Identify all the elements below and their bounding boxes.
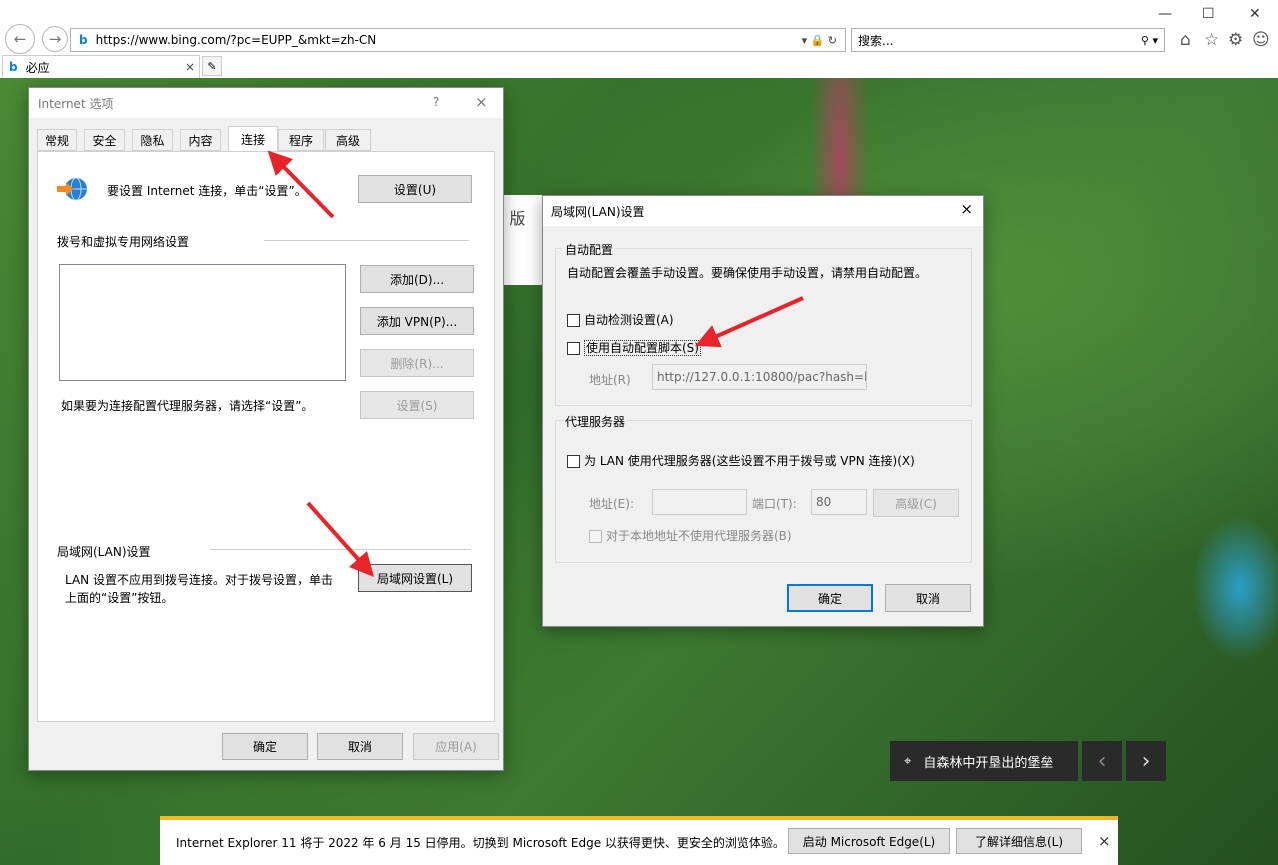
favorites-star-icon[interactable]: ☆ — [1204, 30, 1219, 50]
partial-text: 版 — [509, 209, 526, 228]
network-globe-icon — [56, 176, 88, 202]
home-icon[interactable]: ⌂ — [1180, 30, 1191, 50]
banner-close-icon[interactable]: × — [1098, 832, 1111, 850]
maximize-icon[interactable]: ☐ — [1202, 6, 1215, 22]
proxy-address-label: 地址(E): — [589, 497, 634, 511]
lan-header: 局域网(LAN)设置 — [57, 545, 151, 559]
auto-detect-label: 自动检测设置(A) — [584, 313, 674, 327]
new-tab-button[interactable]: ✎ — [202, 56, 222, 76]
window-close-icon[interactable]: ✕ — [1249, 6, 1261, 22]
help-icon[interactable]: ? — [433, 95, 439, 109]
tab-title: 必应 — [25, 60, 50, 75]
apply-button[interactable]: 应用(A) — [413, 733, 499, 760]
setup-button[interactable]: 设置(U) — [358, 175, 472, 203]
proxy-group-title: 代理服务器 — [563, 413, 628, 430]
learn-more-button[interactable]: 了解详细信息(L) — [956, 828, 1082, 854]
cancel-button[interactable]: 取消 — [317, 733, 403, 760]
lan-dialog-close-icon[interactable]: × — [960, 200, 973, 218]
auto-detect-checkbox[interactable]: 自动检测设置(A) — [567, 311, 674, 328]
lan-dialog-titlebar: 局域网(LAN)设置 × — [543, 196, 983, 226]
chevron-right-icon: › — [1141, 748, 1151, 774]
tab-general[interactable]: 常规 — [37, 129, 77, 151]
tab-content[interactable]: 内容 — [180, 129, 221, 151]
dialog-close-icon[interactable]: × — [475, 93, 488, 111]
script-address-label: 地址(R) — [589, 373, 631, 387]
add-vpn-button[interactable]: 添加 VPN(P)... — [360, 307, 474, 335]
port-label: 端口(T): — [752, 497, 797, 511]
lan-settings-button[interactable]: 局域网设置(L) — [358, 564, 472, 592]
lan-dialog-title: 局域网(LAN)设置 — [551, 204, 645, 219]
location-pin-icon: ⌖ — [904, 753, 912, 769]
tab-security[interactable]: 安全 — [84, 129, 125, 151]
chevron-left-icon: ‹ — [1097, 748, 1107, 774]
address-tools-icon[interactable]: ▾ 🔒 ↻ — [802, 34, 837, 47]
forward-button[interactable]: → — [42, 26, 68, 52]
dialog-title: Internet 选项 — [38, 96, 114, 111]
use-proxy-label: 为 LAN 使用代理服务器(这些设置不用于拨号或 VPN 连接)(X) — [584, 454, 915, 468]
divider — [264, 240, 469, 241]
ie-retirement-banner: Internet Explorer 11 将于 2022 年 6 月 15 日停… — [160, 816, 1118, 865]
bypass-local-label: 对于本地地址不使用代理服务器(B) — [606, 529, 792, 543]
forward-arrow-icon: → — [48, 30, 62, 48]
lan-text-line2: 上面的“设置”按钮。 — [65, 591, 174, 605]
lan-text-line1: LAN 设置不应用到拨号连接。对于拨号设置，单击 — [65, 573, 333, 587]
location-caption-box[interactable]: ⌖ 自森林中开垦出的堡垒 — [890, 741, 1078, 781]
bypass-local-checkbox[interactable]: 对于本地地址不使用代理服务器(B) — [589, 527, 792, 544]
auto-config-desc: 自动配置会覆盖手动设置。要确保使用手动设置，请禁用自动配置。 — [567, 266, 928, 280]
minimize-icon[interactable]: — — [1158, 6, 1172, 22]
dialup-header: 拨号和虚拟专用网络设置 — [57, 235, 190, 249]
tab-programs[interactable]: 程序 — [278, 129, 324, 151]
use-proxy-box[interactable] — [567, 455, 580, 468]
script-address-input[interactable]: http://127.0.0.1:10800/pac?hash=h5 — [652, 364, 867, 390]
ok-button[interactable]: 确定 — [222, 733, 308, 760]
back-button[interactable]: ← — [5, 24, 35, 54]
next-image-button[interactable]: › — [1126, 741, 1166, 781]
lan-ok-button[interactable]: 确定 — [787, 584, 873, 612]
proxy-address-input[interactable] — [652, 489, 747, 515]
proxy-advanced-button[interactable]: 高级(C) — [873, 489, 959, 517]
lan-cancel-button[interactable]: 取消 — [885, 584, 971, 612]
connections-list[interactable] — [59, 264, 346, 381]
auto-config-title: 自动配置 — [563, 241, 616, 258]
location-caption: 自森林中开垦出的堡垒 — [923, 755, 1054, 771]
prev-image-button[interactable]: ‹ — [1082, 741, 1122, 781]
use-script-label: 使用自动配置脚本(S) — [584, 340, 701, 356]
use-script-checkbox[interactable]: 使用自动配置脚本(S) — [567, 339, 701, 356]
search-box[interactable]: 搜索... ⚲ ▾ — [851, 28, 1165, 52]
dialog-titlebar: Internet 选项 ? × — [29, 88, 503, 118]
search-icon[interactable]: ⚲ ▾ — [1141, 34, 1158, 47]
bypass-local-box[interactable] — [589, 530, 602, 543]
tab-privacy[interactable]: 隐私 — [132, 129, 173, 151]
tab-advanced[interactable]: 高级 — [325, 129, 371, 151]
gear-icon[interactable]: ⚙ — [1228, 30, 1243, 50]
browser-tab[interactable]: b 必应 × — [2, 55, 200, 78]
smiley-icon[interactable]: ☺ — [1252, 30, 1270, 50]
connection-settings-button[interactable]: 设置(S) — [360, 391, 474, 419]
setup-text: 要设置 Internet 连接，单击“设置”。 — [107, 184, 307, 198]
add-button[interactable]: 添加(D)... — [360, 265, 474, 293]
address-bar[interactable]: b https://www.bing.com/?pc=EUPP_&mkt=zh-… — [70, 28, 846, 52]
new-tab-icon: ✎ — [207, 59, 217, 73]
auto-detect-box[interactable] — [567, 314, 580, 327]
address-url: https://www.bing.com/?pc=EUPP_&mkt=zh-CN — [95, 33, 377, 47]
back-arrow-icon: ← — [13, 30, 27, 48]
bing-tab-icon: b — [9, 60, 18, 74]
banner-message: Internet Explorer 11 将于 2022 年 6 月 15 日停… — [176, 836, 785, 850]
port-input[interactable]: 80 — [811, 489, 867, 515]
use-script-box[interactable] — [567, 342, 580, 355]
tab-connections[interactable]: 连接 — [228, 126, 278, 152]
tab-close-icon[interactable]: × — [185, 60, 195, 74]
search-input[interactable]: 搜索... — [858, 32, 893, 49]
proxy-hint: 如果要为连接配置代理服务器，请选择“设置”。 — [61, 399, 314, 413]
divider — [210, 549, 471, 550]
open-edge-button[interactable]: 启动 Microsoft Edge(L) — [788, 828, 950, 854]
bing-favicon-icon: b — [79, 33, 88, 47]
remove-button[interactable]: 删除(R)... — [360, 349, 474, 377]
use-proxy-checkbox[interactable]: 为 LAN 使用代理服务器(这些设置不用于拨号或 VPN 连接)(X) — [567, 452, 915, 469]
